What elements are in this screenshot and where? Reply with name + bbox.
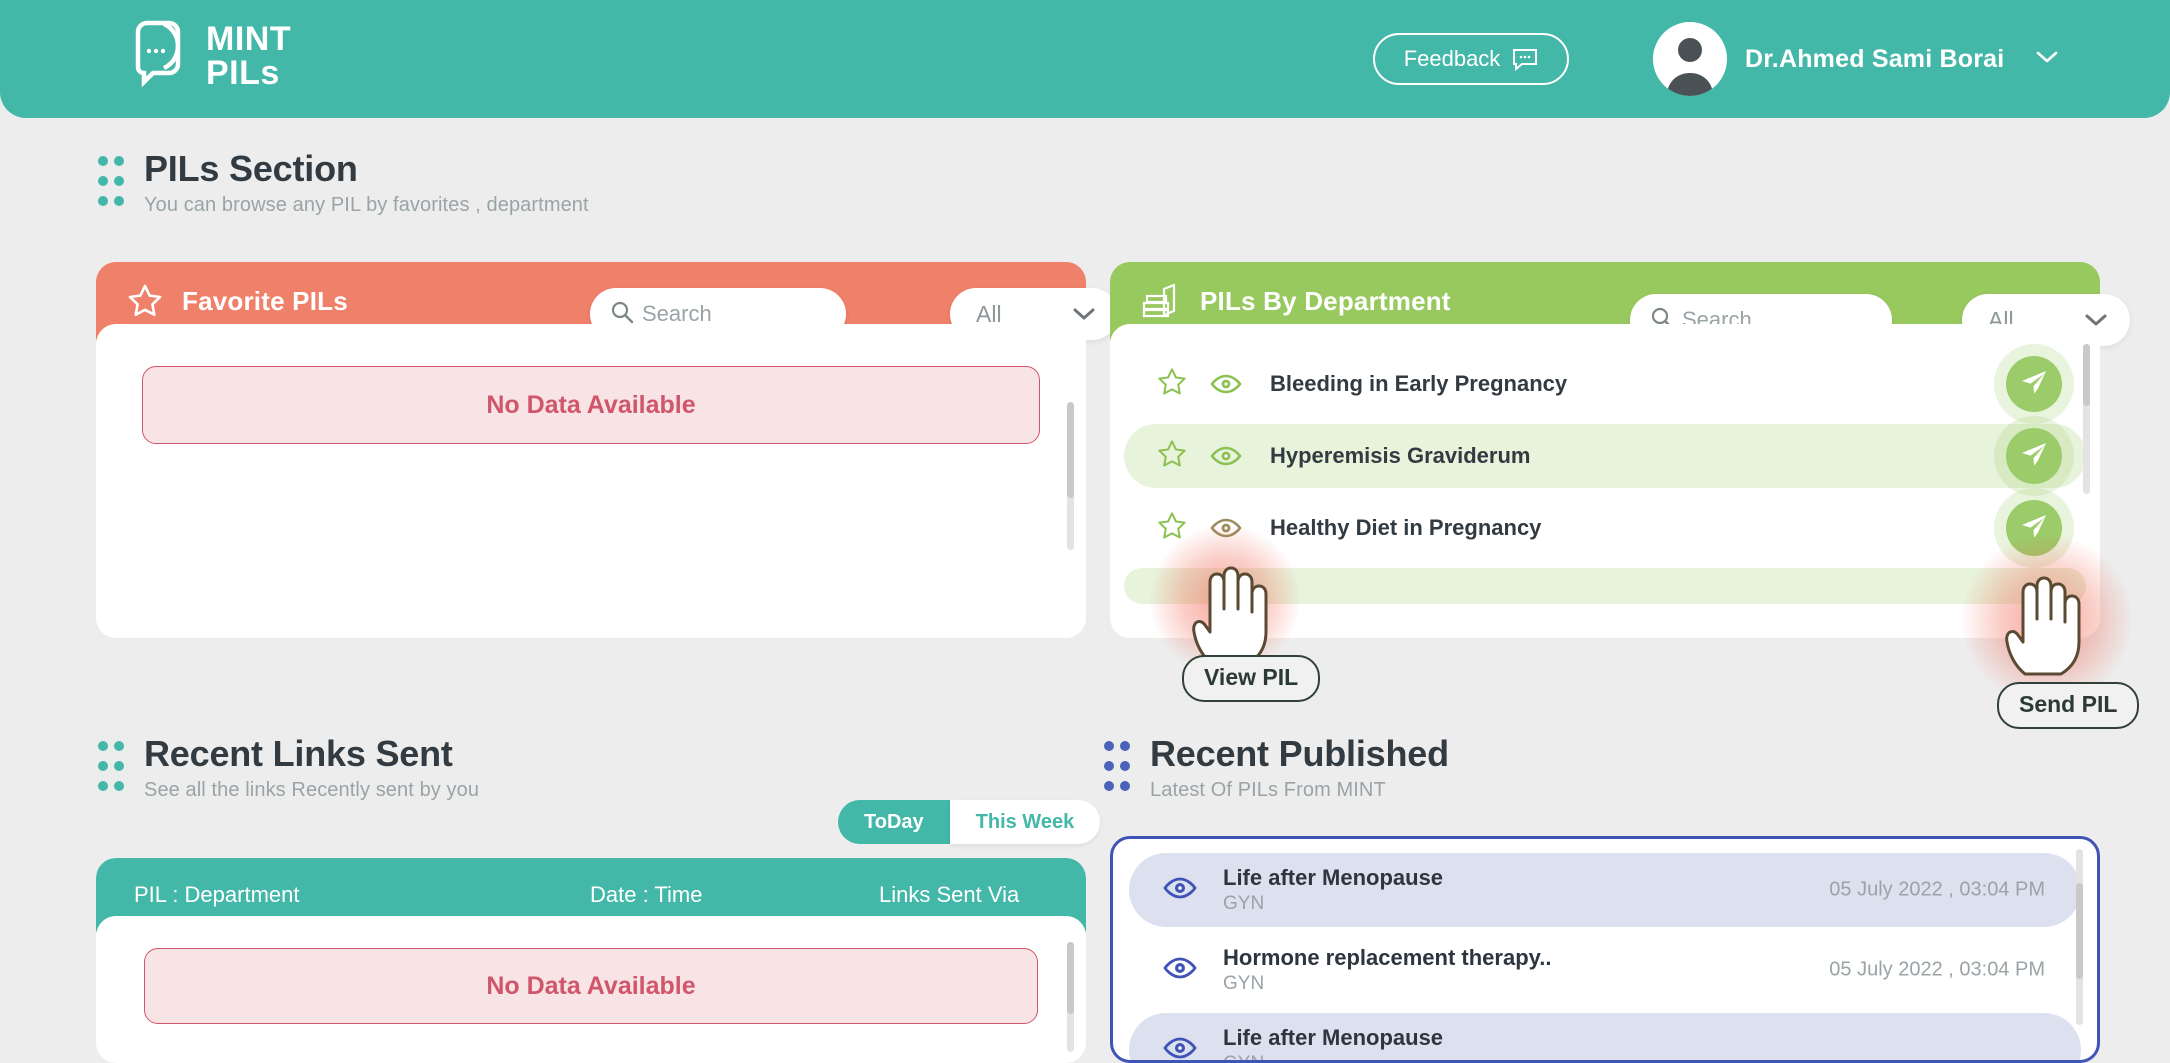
column-header-pil-department: PIL : Department [134, 882, 300, 907]
recent-links-empty-state: No Data Available [144, 948, 1038, 1024]
column-header-links-sent-via: Links Sent Via [879, 882, 1020, 907]
logo-text-line2: PILs [206, 53, 280, 92]
star-outline-icon[interactable] [1156, 366, 1188, 403]
pil-title: Hyperemisis Graviderum [1270, 443, 1531, 468]
table-row[interactable]: Hyperemisis Graviderum [1124, 424, 2086, 488]
chevron-down-icon[interactable] [2036, 50, 2058, 69]
pils-section-heading: PILs Section You can browse any PIL by f… [98, 148, 589, 218]
table-row[interactable]: Bleeding in Early Pregnancy [1124, 352, 2086, 416]
logo-text-line1: MINT [206, 20, 292, 59]
published-title: Hormone replacement therapy.. [1223, 944, 1552, 970]
dot-grid-icon [98, 156, 124, 218]
published-title: Life after Menopause [1223, 864, 1444, 890]
favorite-pils-title: Favorite PILs [182, 285, 348, 316]
recent-links-card: PIL : Department Date : Time Links Sent … [96, 858, 1086, 1063]
paper-plane-icon [2019, 511, 2049, 546]
recent-published-list: Life after Menopause GYN 05 July 2022 , … [1113, 839, 2097, 1061]
pil-title: Bleeding in Early Pregnancy [1270, 371, 1568, 396]
published-department: GYN [1223, 973, 1265, 995]
recent-links-period-toggle[interactable]: ToDay This Week [838, 800, 1101, 844]
list-item[interactable]: Hormone replacement therapy.. GYN 05 Jul… [1129, 933, 2081, 1007]
list-item[interactable]: Life after Menopause GYN [1129, 1013, 2081, 1061]
published-datetime: 05 July 2022 , 03:04 PM [1829, 958, 2045, 981]
paper-plane-icon [2019, 439, 2049, 474]
favorite-pils-body: No Data Available [96, 324, 1086, 638]
recent-links-heading: Recent Links Sent See all the links Rece… [98, 733, 479, 803]
toggle-this-week[interactable]: This Week [949, 800, 1101, 844]
recent-published-card: Life after Menopause GYN 05 July 2022 , … [1110, 836, 2100, 1063]
recent-published-scrollbar[interactable] [2076, 849, 2083, 1025]
eye-icon[interactable] [1163, 1035, 1197, 1061]
favorite-pils-card: Favorite PILs All No Data Available [96, 262, 1118, 638]
app-header: MINT PILs Feedback Dr.Ahmed Sami Borai [0, 0, 2170, 118]
page-subtitle: You can browse any PIL by favorites , de… [144, 193, 589, 216]
user-name: Dr.Ahmed Sami Borai [1745, 44, 2005, 73]
eye-icon[interactable] [1210, 444, 1242, 468]
paper-plane-icon [2019, 367, 2049, 402]
column-header-date-time: Date : Time [590, 882, 703, 907]
favorite-empty-state: No Data Available [142, 366, 1040, 444]
app-logo[interactable]: MINT PILs [128, 18, 291, 95]
list-item[interactable]: Life after Menopause GYN 05 July 2022 , … [1129, 853, 2081, 927]
page-title: PILs Section [144, 148, 358, 189]
books-stack-icon [1140, 281, 1182, 321]
mint-pils-logo-icon [128, 18, 192, 95]
published-datetime: 05 July 2022 , 03:04 PM [1829, 878, 2045, 901]
favorite-scrollbar[interactable] [1067, 402, 1074, 550]
star-outline-icon[interactable] [1156, 510, 1188, 547]
eye-icon[interactable] [1210, 516, 1242, 540]
table-row[interactable]: Healthy Diet in Pregnancy [1124, 496, 2086, 560]
page-root: MINT PILs Feedback Dr.Ahmed Sami Borai P… [0, 0, 2170, 1063]
send-pil-button[interactable] [2006, 500, 2062, 556]
department-card-title: PILs By Department [1200, 285, 1451, 316]
chevron-down-icon [1072, 301, 1096, 328]
published-department: GYN [1223, 893, 1265, 915]
dot-grid-icon [98, 741, 124, 803]
eye-icon[interactable] [1163, 955, 1197, 986]
send-pil-button[interactable] [2006, 428, 2062, 484]
eye-icon[interactable] [1210, 372, 1242, 396]
chat-bubble-icon [1512, 47, 1538, 71]
view-pil-tooltip: View PIL [1182, 655, 1321, 702]
send-pil-tooltip: Send PIL [1997, 682, 2140, 729]
department-scrollbar[interactable] [2083, 344, 2090, 494]
star-outline-icon [126, 282, 164, 320]
recent-published-subtitle: Latest Of PILs From MINT [1150, 778, 1386, 801]
hand-pointer-icon [1995, 570, 2087, 683]
recent-links-body: No Data Available [96, 916, 1086, 1063]
recent-links-scrollbar[interactable] [1067, 942, 1074, 1052]
recent-links-title: Recent Links Sent [144, 733, 453, 774]
recent-links-subtitle: See all the links Recently sent by you [144, 778, 480, 801]
recent-published-heading: Recent Published Latest Of PILs From MIN… [1104, 733, 1449, 803]
feedback-label: Feedback [1403, 46, 1501, 71]
toggle-today[interactable]: ToDay [838, 800, 950, 844]
feedback-button[interactable]: Feedback [1373, 33, 1569, 85]
eye-icon[interactable] [1163, 875, 1197, 906]
star-outline-icon[interactable] [1156, 438, 1188, 475]
published-department: GYN [1223, 1053, 1443, 1060]
pil-title: Healthy Diet in Pregnancy [1270, 515, 1542, 540]
published-title: Life after Menopause [1223, 1024, 1444, 1050]
avatar [1653, 22, 1727, 96]
user-menu[interactable]: Dr.Ahmed Sami Borai [1653, 22, 2058, 96]
dot-grid-icon [1104, 741, 1130, 803]
send-pil-button[interactable] [2006, 356, 2062, 412]
recent-published-title: Recent Published [1150, 733, 1449, 774]
